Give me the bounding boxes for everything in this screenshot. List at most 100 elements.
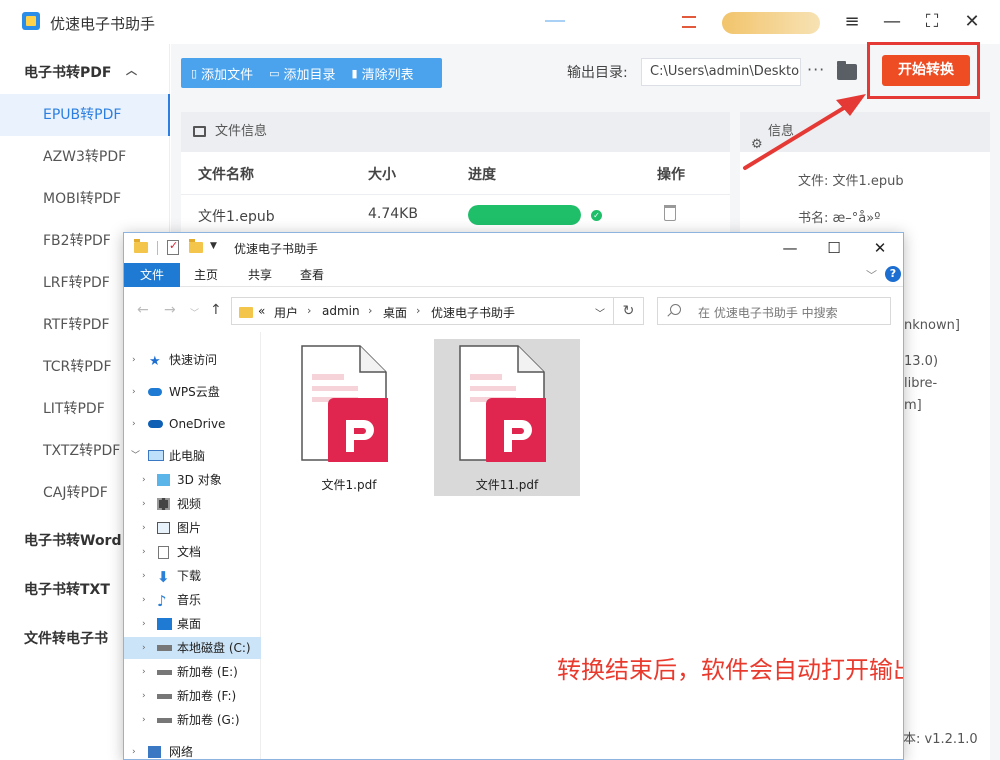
- sidebar-item-mobi-to-pdf[interactable]: MOBI转PDF: [0, 178, 170, 220]
- refresh-icon[interactable]: ↻: [614, 297, 644, 325]
- nav-videos[interactable]: › 视频: [124, 493, 261, 515]
- close-icon[interactable]: ✕: [868, 237, 892, 259]
- folder-icon: [239, 307, 253, 318]
- clear-list-button[interactable]: ▮ 清除列表: [352, 64, 414, 83]
- tab-view[interactable]: 查看: [290, 263, 334, 287]
- table-divider: [181, 194, 730, 195]
- breadcrumb-separator: ›: [307, 304, 312, 317]
- maximize-icon[interactable]: ☐: [822, 237, 846, 259]
- nav-desktop[interactable]: › 桌面: [124, 613, 261, 635]
- nav-volume-e[interactable]: › 新加卷 (E:): [124, 661, 261, 683]
- network-icon: [148, 746, 161, 758]
- address-bar[interactable]: « 用户 › admin › 桌面 › 优速电子书助手 ﹀: [231, 297, 614, 325]
- sidebar-group-ebook-to-word[interactable]: 电子书转Word: [24, 530, 122, 550]
- nav-this-pc[interactable]: ﹀ 此电脑: [124, 445, 261, 467]
- chevron-right-icon[interactable]: ›: [142, 637, 146, 659]
- chevron-right-icon[interactable]: ›: [142, 469, 146, 491]
- chevron-right-icon[interactable]: ›: [132, 381, 136, 403]
- nav-volume-f[interactable]: › 新加卷 (F:): [124, 685, 261, 707]
- app-logo-icon: [22, 12, 40, 30]
- chevron-down-icon[interactable]: ﹀: [595, 305, 605, 320]
- search-input[interactable]: 在 优速电子书助手 中搜索: [657, 297, 891, 325]
- sidebar-item-azw3-to-pdf[interactable]: AZW3转PDF: [0, 136, 170, 178]
- chevron-right-icon[interactable]: ›: [142, 613, 146, 635]
- new-folder-icon[interactable]: [189, 239, 203, 253]
- sidebar-group-file-to-ebook[interactable]: 文件转电子书: [24, 628, 108, 648]
- titlebar-decoration-red: [682, 16, 696, 28]
- chevron-right-icon[interactable]: ›: [132, 413, 136, 435]
- maximize-icon[interactable]: ⛶: [920, 10, 944, 34]
- column-header-size: 大小: [368, 167, 396, 183]
- folder-icon: ▭: [269, 66, 280, 80]
- delete-icon[interactable]: [664, 205, 676, 221]
- breadcrumb-current[interactable]: 优速电子书助手: [431, 304, 515, 321]
- pdf-file-icon: [459, 345, 546, 462]
- computer-icon: [148, 450, 164, 461]
- vip-badge[interactable]: [722, 12, 820, 34]
- drive-icon: [157, 670, 172, 675]
- breadcrumb-users[interactable]: 用户: [274, 304, 298, 321]
- chevron-down-icon[interactable]: ▼: [210, 241, 217, 251]
- chevron-up-icon: ︿: [126, 64, 137, 77]
- nav-pictures[interactable]: › 图片: [124, 517, 261, 539]
- properties-icon[interactable]: [167, 239, 179, 255]
- video-icon: [157, 498, 170, 510]
- chevron-down-icon[interactable]: ﹀: [131, 445, 140, 467]
- check-icon: ✓: [591, 210, 602, 221]
- nav-network[interactable]: › 网络: [124, 741, 261, 759]
- tab-home[interactable]: 主页: [184, 263, 228, 287]
- file-item-selected[interactable]: 文件11.pdf: [434, 339, 580, 496]
- chevron-right-icon[interactable]: ›: [132, 741, 136, 759]
- tab-file[interactable]: 文件: [124, 263, 180, 287]
- sidebar-group-ebook-to-pdf[interactable]: 电子书转PDF ︿: [24, 62, 137, 82]
- document-icon: [158, 546, 169, 559]
- open-folder-icon[interactable]: [837, 61, 857, 80]
- nav-3d-objects[interactable]: › 3D 对象: [124, 469, 261, 491]
- file-explorer-window: ▼ 优速电子书助手 — ☐ ✕ 文件 主页 共享 查看 ﹀ ? ← → ﹀ ↑ …: [123, 232, 904, 760]
- sidebar-group-ebook-to-txt[interactable]: 电子书转TXT: [24, 579, 110, 599]
- nav-downloads[interactable]: › ⬇ 下载: [124, 565, 261, 587]
- file-name-cell: 文件1.epub: [198, 209, 275, 225]
- add-file-button[interactable]: ▯ 添加文件: [191, 64, 253, 83]
- file-item[interactable]: 文件1.pdf: [276, 339, 422, 496]
- chevron-right-icon[interactable]: ›: [142, 493, 146, 515]
- nav-music[interactable]: › ♪ 音乐: [124, 589, 261, 611]
- nav-documents[interactable]: › 文档: [124, 541, 261, 563]
- chevron-right-icon[interactable]: ›: [142, 517, 146, 539]
- chevron-right-icon[interactable]: ›: [142, 709, 146, 731]
- chevron-right-icon[interactable]: ›: [142, 565, 146, 587]
- close-icon[interactable]: ✕: [960, 10, 984, 34]
- more-options-icon[interactable]: ···: [807, 60, 825, 79]
- chevron-right-icon[interactable]: ›: [142, 589, 146, 611]
- back-icon[interactable]: ←: [137, 302, 149, 318]
- sidebar-item-epub-to-pdf[interactable]: EPUB转PDF: [0, 94, 170, 136]
- file-name: 文件11.pdf: [475, 478, 539, 492]
- column-header-action: 操作: [657, 167, 685, 183]
- nav-wps-cloud[interactable]: › WPS云盘: [124, 381, 261, 403]
- nav-local-disk-c[interactable]: › 本地磁盘 (C:): [124, 637, 261, 659]
- chevron-right-icon[interactable]: ›: [142, 541, 146, 563]
- start-convert-button[interactable]: 开始转换: [882, 55, 970, 86]
- nav-quick-access[interactable]: › ★ 快速访问: [124, 349, 261, 371]
- cloud-icon: [148, 388, 162, 396]
- minimize-icon[interactable]: —: [778, 237, 802, 259]
- add-directory-button[interactable]: ▭ 添加目录: [269, 64, 335, 83]
- recent-dropdown-icon[interactable]: ﹀: [190, 306, 199, 319]
- help-icon[interactable]: ?: [885, 266, 901, 282]
- trash-icon: ▮: [351, 66, 358, 80]
- nav-volume-g[interactable]: › 新加卷 (G:): [124, 709, 261, 731]
- chevron-right-icon[interactable]: ›: [142, 685, 146, 707]
- output-dir-label: 输出目录:: [567, 65, 628, 81]
- breadcrumb-admin[interactable]: admin: [322, 304, 360, 318]
- menu-icon[interactable]: ≡: [840, 10, 864, 34]
- minimize-icon[interactable]: —: [880, 10, 904, 34]
- tab-share[interactable]: 共享: [238, 263, 282, 287]
- breadcrumb-desktop[interactable]: 桌面: [383, 304, 407, 321]
- output-dir-input[interactable]: C:\Users\admin\Desktop: [641, 58, 801, 86]
- nav-onedrive[interactable]: › OneDrive: [124, 413, 261, 435]
- chevron-right-icon[interactable]: ›: [142, 661, 146, 683]
- chevron-down-icon[interactable]: ﹀: [866, 267, 877, 283]
- chevron-right-icon[interactable]: ›: [132, 349, 136, 371]
- up-icon[interactable]: ↑: [210, 302, 222, 318]
- forward-icon[interactable]: →: [164, 302, 176, 318]
